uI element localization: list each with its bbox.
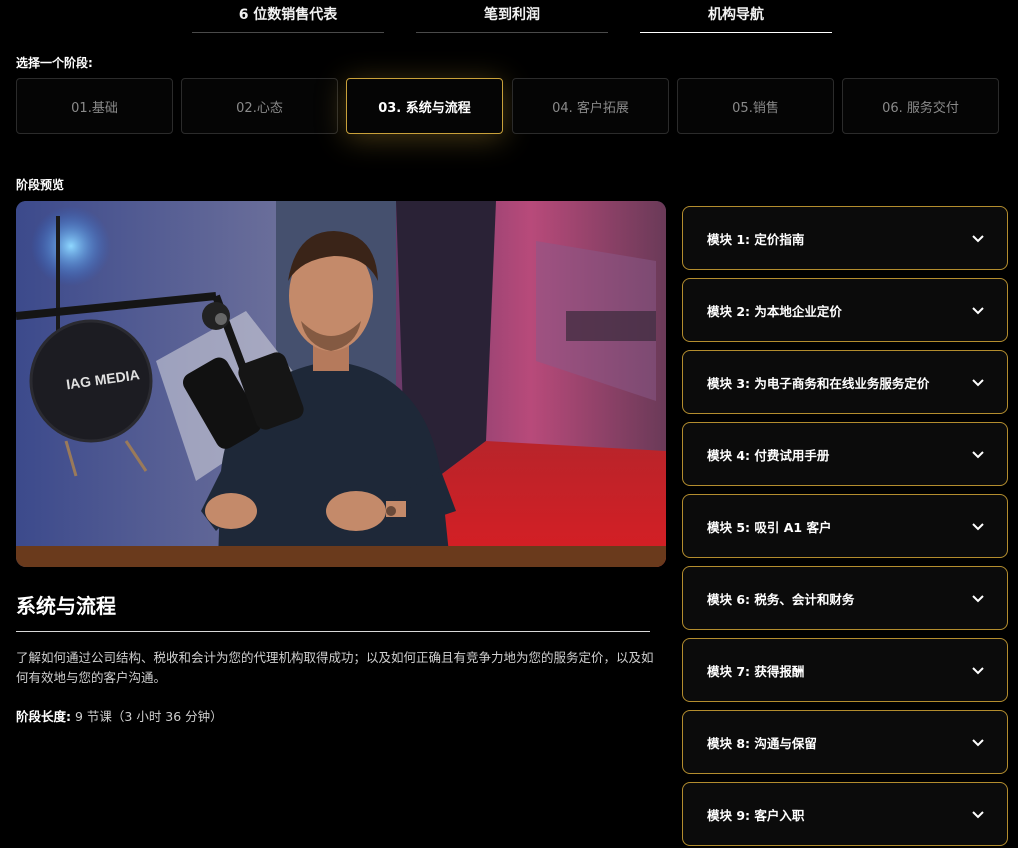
tab-six-figure-sales[interactable]: 6 位数销售代表 [192, 0, 384, 33]
module-item-7[interactable]: 模块 7: 获得报酬 [682, 638, 1008, 702]
module-label: 模块 8: 沟通与保留 [707, 735, 817, 751]
stage-description: 了解如何通过公司结构、税收和会计为您的代理机构取得成功；以及如何正确且有竞争力地… [16, 650, 654, 685]
module-label: 模块 2: 为本地企业定价 [707, 303, 842, 319]
chevron-down-icon[interactable] [971, 807, 985, 821]
module-label: 模块 6: 税务、会计和财务 [707, 591, 855, 607]
chevron-down-icon[interactable] [971, 663, 985, 677]
chevron-down-icon[interactable] [971, 519, 985, 533]
stage-length-label: 阶段长度: [16, 709, 71, 724]
preview-label: 阶段预览 [16, 178, 65, 192]
module-item-6[interactable]: 模块 6: 税务、会计和财务 [682, 566, 1008, 630]
stage-button-prospecting[interactable]: 04. 客户拓展 [512, 78, 669, 134]
stage-button-delivery[interactable]: 06. 服务交付 [842, 78, 999, 134]
module-label: 模块 1: 定价指南 [707, 231, 805, 247]
chevron-down-icon[interactable] [971, 375, 985, 389]
module-label: 模块 4: 付费试用手册 [707, 447, 830, 463]
module-item-2[interactable]: 模块 2: 为本地企业定价 [682, 278, 1008, 342]
stage-length-value: 9 节课（3 小时 36 分钟） [71, 709, 223, 724]
preview-thumbnail: IAG MEDIA [16, 201, 666, 567]
module-item-3[interactable]: 模块 3: 为电子商务和在线业务服务定价 [682, 350, 1008, 414]
module-label: 模块 9: 客户入职 [707, 807, 805, 823]
tab-agency-navigator[interactable]: 机构导航 [640, 0, 832, 33]
module-item-5[interactable]: 模块 5: 吸引 A1 客户 [682, 494, 1008, 558]
stage-button-sales[interactable]: 05.销售 [677, 78, 834, 134]
stage-button-foundation[interactable]: 01.基础 [16, 78, 173, 134]
module-label: 模块 3: 为电子商务和在线业务服务定价 [707, 375, 930, 391]
chevron-down-icon[interactable] [971, 735, 985, 749]
stage-button-mindset[interactable]: 02.心态 [181, 78, 338, 134]
chevron-down-icon[interactable] [971, 447, 985, 461]
module-label: 模块 5: 吸引 A1 客户 [707, 519, 832, 535]
title-divider [16, 631, 650, 632]
chevron-down-icon[interactable] [971, 303, 985, 317]
chevron-down-icon[interactable] [971, 591, 985, 605]
module-label: 模块 7: 获得报酬 [707, 663, 805, 679]
module-item-8[interactable]: 模块 8: 沟通与保留 [682, 710, 1008, 774]
stage-button-systems[interactable]: 03. 系统与流程 [346, 78, 503, 134]
tab-pen-to-profit[interactable]: 笔到利润 [416, 0, 608, 33]
stage-length: 阶段长度: 9 节课（3 小时 36 分钟） [16, 706, 223, 725]
stage-preview-video[interactable]: IAG MEDIA [16, 201, 666, 567]
stage-title: 系统与流程 [16, 594, 116, 618]
stage-select-label: 选择一个阶段: [16, 56, 93, 70]
chevron-down-icon[interactable] [971, 231, 985, 245]
stage-selector: 01.基础 02.心态 03. 系统与流程 04. 客户拓展 05.销售 06.… [16, 78, 1000, 134]
module-item-9[interactable]: 模块 9: 客户入职 [682, 782, 1008, 846]
module-item-4[interactable]: 模块 4: 付费试用手册 [682, 422, 1008, 486]
module-item-1[interactable]: 模块 1: 定价指南 [682, 206, 1008, 270]
top-tabs: 6 位数销售代表 笔到利润 机构导航 [0, 0, 1018, 34]
